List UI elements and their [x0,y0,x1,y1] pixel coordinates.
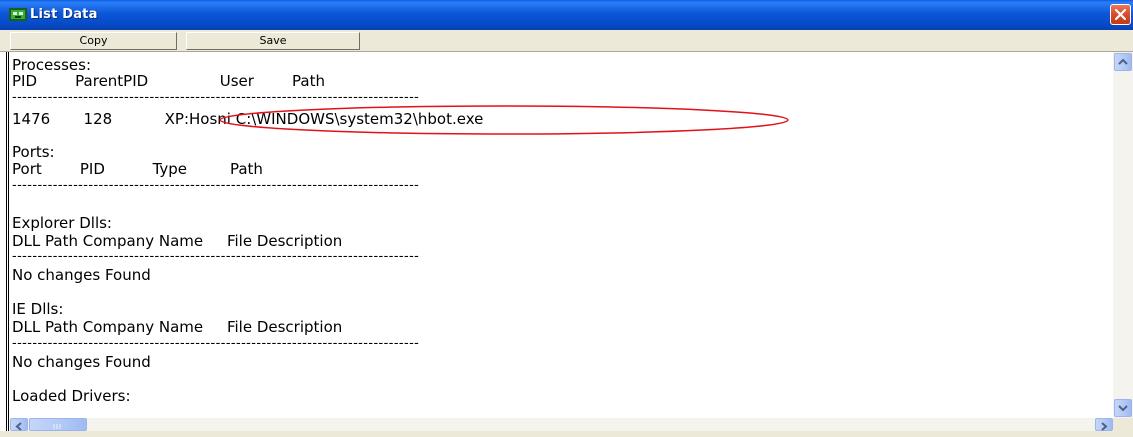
vertical-scrollbar[interactable] [1113,52,1133,418]
scroll-down-button[interactable] [1114,399,1132,417]
processes-column-header: PID ParentPID User Path [12,72,326,90]
output-text-area[interactable]: Processes: PID ParentPID User Path -----… [10,52,1113,418]
chevron-up-icon [1118,58,1128,65]
explorer-dlls-column-header: DLL Path Company Name File Description [12,232,343,250]
scrollbar-corner [1113,418,1133,431]
scroll-up-button[interactable] [1114,53,1132,71]
chevron-left-icon [15,422,22,431]
grip-icon [53,424,61,429]
ie-dlls-column-header: DLL Path Company Name File Description [12,318,343,336]
explorer-dlls-heading: Explorer Dlls: [12,214,112,232]
left-border [0,52,10,431]
ports-heading: Ports: [12,143,55,161]
horizontal-scrollbar[interactable] [10,418,1113,431]
processes-separator: ----------------------------------------… [12,90,420,105]
explorer-dlls-separator: ----------------------------------------… [12,249,420,264]
app-icon [9,8,27,21]
chevron-down-icon [1118,405,1128,412]
title-bar[interactable]: List Data [0,0,1133,30]
ports-column-header: Port PID Type Path [12,160,263,178]
toolbar: Copy Save [0,30,1133,52]
window-title: List Data [30,7,98,22]
ie-dlls-heading: IE Dlls: [12,300,64,318]
scroll-left-button[interactable] [10,418,28,431]
close-icon [1115,9,1126,20]
copy-button[interactable]: Copy [10,32,177,50]
ports-separator: ----------------------------------------… [12,178,420,193]
explorer-dlls-result: No changes Found [12,266,151,284]
loaded-drivers-heading: Loaded Drivers: [12,387,131,405]
close-button[interactable] [1110,4,1131,25]
ie-dlls-separator: ----------------------------------------… [12,336,420,351]
ie-dlls-result: No changes Found [12,353,151,371]
scroll-right-button[interactable] [1095,418,1113,431]
chevron-right-icon [1101,422,1108,431]
horizontal-scroll-thumb[interactable] [29,418,87,431]
process-row: 1476 128 XP:Hosni C:\WINDOWS\system32\hb… [12,110,484,128]
save-button[interactable]: Save [186,32,360,50]
